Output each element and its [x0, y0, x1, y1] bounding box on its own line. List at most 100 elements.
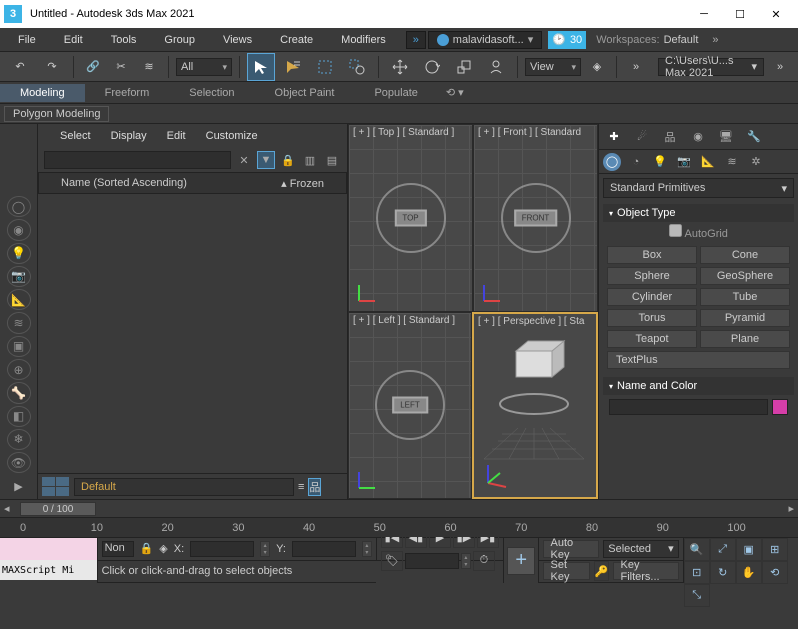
toolbar-overflow-button[interactable]: »: [624, 55, 648, 79]
layer-tool2-icon[interactable]: 品: [308, 478, 321, 496]
pivot-center-button[interactable]: ◈: [585, 55, 609, 79]
account-dropdown[interactable]: malavidasoft... ▾: [428, 31, 542, 49]
primitive-textplus-button[interactable]: TextPlus: [607, 351, 790, 369]
filter-frozen-icon[interactable]: ❄: [7, 429, 31, 450]
cmd-tab-modify[interactable]: ☄: [631, 127, 653, 147]
select-move-button[interactable]: [386, 53, 414, 81]
explorer-expand-button[interactable]: ▶: [10, 477, 28, 495]
ribbon-tab-populate[interactable]: Populate: [354, 84, 437, 102]
select-place-button[interactable]: [482, 53, 510, 81]
key-mode-dropdown[interactable]: Selected▾: [603, 540, 678, 558]
close-button[interactable]: ✕: [758, 0, 794, 28]
bind-spacewarp-button[interactable]: ≋: [137, 55, 161, 79]
time-slider-prev-key[interactable]: ◂: [4, 502, 10, 515]
project-path-dropdown[interactable]: C:\Users\U...s Max 2021▾: [658, 58, 764, 76]
menu-modifiers[interactable]: Modifiers: [327, 30, 400, 50]
view-mode1-icon[interactable]: ▥: [301, 151, 319, 169]
filter-helpers-icon[interactable]: 📐: [7, 289, 31, 310]
filter-icon[interactable]: ▼: [257, 151, 275, 169]
info-overflow-button[interactable]: »: [406, 31, 426, 49]
outliner-menu-select[interactable]: Select: [50, 126, 101, 146]
nav-maximize-button[interactable]: ⤡: [684, 584, 710, 607]
primitive-tube-button[interactable]: Tube: [700, 288, 790, 306]
primitive-cone-button[interactable]: Cone: [700, 246, 790, 264]
filter-containers-icon[interactable]: ◧: [7, 406, 31, 427]
object-color-swatch[interactable]: [772, 399, 788, 415]
trial-days-badge[interactable]: 🕑 30: [548, 31, 586, 49]
menu-tools[interactable]: Tools: [97, 30, 151, 50]
cmd-tab-motion[interactable]: ◉: [687, 127, 709, 147]
primitive-torus-button[interactable]: Torus: [607, 309, 697, 327]
time-config-button[interactable]: ⏱: [473, 551, 495, 571]
cmd-sub-spacewarps[interactable]: ≋: [723, 153, 741, 171]
ribbon-tab-object-paint[interactable]: Object Paint: [255, 84, 355, 102]
nav-fov-button[interactable]: ▣: [736, 538, 762, 561]
isolate-icon[interactable]: ◈: [159, 542, 167, 555]
setkey-button[interactable]: Set Key: [543, 562, 589, 580]
cmd-sub-helpers[interactable]: 📐: [699, 153, 717, 171]
clear-search-icon[interactable]: ✕: [235, 151, 253, 169]
viewport-top[interactable]: [ + ] [ Top ] [ Standard ] TOP: [348, 124, 473, 312]
lock-icon[interactable]: 🔒: [279, 151, 297, 169]
primitive-pyramid-button[interactable]: Pyramid: [700, 309, 790, 327]
select-scale-button[interactable]: [450, 53, 478, 81]
time-ruler[interactable]: 010 2030 4050 6070 8090 100: [0, 517, 798, 537]
outliner-list[interactable]: [38, 194, 347, 473]
time-tag-icon[interactable]: 🏷: [381, 551, 403, 571]
ribbon-tab-freeform[interactable]: Freeform: [85, 84, 170, 102]
undo-button[interactable]: ↶: [6, 53, 34, 81]
time-slider-next-key[interactable]: ▸: [788, 502, 794, 515]
outliner-column-frozen[interactable]: ▴ Frozen: [281, 177, 324, 190]
nav-pan-button[interactable]: 🔍: [684, 538, 710, 561]
nav-rotate-button[interactable]: ⟲: [762, 561, 788, 584]
select-region-button[interactable]: [311, 53, 339, 81]
filter-cameras-icon[interactable]: 📷: [7, 266, 31, 287]
nav-zoomext-button[interactable]: ⊡: [684, 561, 710, 584]
selection-filter-dropdown[interactable]: All: [176, 58, 232, 76]
reference-coord-dropdown[interactable]: View: [525, 58, 581, 76]
keyfilters-button[interactable]: Key Filters...: [613, 562, 678, 580]
filter-bones-icon[interactable]: 🦴: [7, 382, 31, 403]
outliner-column-name[interactable]: Name (Sorted Ascending): [61, 177, 187, 189]
minimize-button[interactable]: ─: [686, 0, 722, 28]
select-object-button[interactable]: [247, 53, 275, 81]
cmd-sub-cameras[interactable]: 📷: [675, 153, 693, 171]
layer-dropdown[interactable]: Default: [74, 478, 294, 496]
filter-spacewarps-icon[interactable]: ≋: [7, 312, 31, 333]
outliner-menu-display[interactable]: Display: [101, 126, 157, 146]
section-object-type[interactable]: Object Type: [603, 204, 794, 222]
coord-y-input[interactable]: [292, 541, 356, 557]
filter-groups-icon[interactable]: ▣: [7, 336, 31, 357]
outliner-search-input[interactable]: [44, 151, 231, 169]
object-name-input[interactable]: [609, 399, 768, 415]
cmd-tab-create[interactable]: ✚: [603, 127, 625, 147]
primitive-teapot-button[interactable]: Teapot: [607, 330, 697, 348]
viewport-left[interactable]: [ + ] [ Left ] [ Standard ] LEFT: [348, 312, 472, 500]
filter-geometry-icon[interactable]: ◯: [7, 196, 31, 217]
nav-orbit-button[interactable]: ↻: [710, 561, 736, 584]
current-frame-input[interactable]: [405, 553, 459, 569]
nav-zoomall-button[interactable]: ⊞: [762, 538, 788, 561]
coord-x-input[interactable]: [190, 541, 254, 557]
toolbar-overflow2-button[interactable]: »: [768, 55, 792, 79]
menu-create[interactable]: Create: [266, 30, 327, 50]
menu-file[interactable]: File: [4, 30, 50, 50]
filter-xrefs-icon[interactable]: ⊕: [7, 359, 31, 380]
cmd-tab-hierarchy[interactable]: 品: [659, 127, 681, 147]
select-rotate-button[interactable]: [418, 53, 446, 81]
ribbon-tab-selection[interactable]: Selection: [169, 84, 254, 102]
primitive-category-dropdown[interactable]: Standard Primitives▾: [603, 178, 794, 198]
workspaces-overflow[interactable]: »: [712, 34, 718, 46]
ribbon-tab-modeling[interactable]: Modeling: [0, 84, 85, 102]
primitive-box-button[interactable]: Box: [607, 246, 697, 264]
cmd-sub-systems[interactable]: ✲: [747, 153, 765, 171]
maxscript-output[interactable]: [0, 538, 97, 560]
ribbon-expand-button[interactable]: ⟲ ▾: [442, 86, 468, 99]
nav-walk-button[interactable]: ✋: [736, 561, 762, 584]
primitive-plane-button[interactable]: Plane: [700, 330, 790, 348]
polygon-modeling-panel[interactable]: Polygon Modeling: [4, 106, 109, 122]
viewport-front[interactable]: [ + ] [ Front ] [ Standard FRONT: [473, 124, 598, 312]
filter-lights-icon[interactable]: 💡: [7, 243, 31, 264]
workspaces-dropdown[interactable]: Default: [664, 34, 699, 46]
unlink-button[interactable]: ✂: [109, 55, 133, 79]
